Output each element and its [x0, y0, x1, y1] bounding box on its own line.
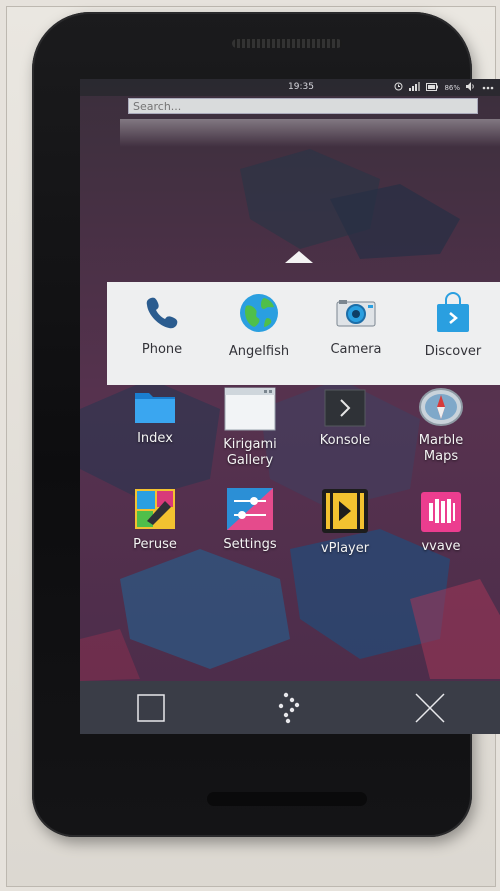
more-dots-icon[interactable]: [482, 83, 494, 93]
film-play-icon: [322, 489, 368, 533]
app-label: Peruse: [133, 537, 177, 552]
navigation-bar: [80, 681, 500, 734]
battery-percent: 86%: [444, 84, 460, 92]
phone-screen: 19:35 86% Search... Phone Angelfish Came…: [80, 79, 500, 734]
favorite-label: Discover: [424, 344, 482, 359]
app-grid: Index Kirigami Gallery Konsole Marble Ma…: [110, 387, 500, 637]
favorite-label: Phone: [141, 342, 183, 357]
music-grid-icon: [421, 492, 461, 532]
window-icon: [224, 387, 276, 431]
battery-icon: [426, 82, 439, 94]
folder-icon: [135, 393, 175, 423]
favorites-strip: Phone Angelfish Camera Discover: [107, 282, 500, 385]
status-bar: 19:35 86%: [80, 79, 500, 96]
favorite-discover[interactable]: Discover: [408, 292, 498, 359]
app-label: Kirigami Gallery: [223, 437, 277, 468]
app-settings[interactable]: Settings: [205, 487, 295, 553]
signal-icon: [409, 82, 421, 94]
phone-body: 19:35 86% Search... Phone Angelfish Came…: [32, 12, 500, 837]
comic-icon: [135, 489, 175, 529]
bottom-speaker: [207, 792, 367, 806]
favorite-label: Angelfish: [228, 344, 290, 359]
app-index[interactable]: Index: [110, 387, 200, 447]
app-label: vPlayer: [320, 541, 370, 556]
status-time: 19:35: [288, 82, 314, 92]
search-input[interactable]: [128, 98, 478, 114]
alarm-icon: [394, 82, 403, 94]
app-label: Konsole: [319, 433, 371, 448]
favorite-angelfish[interactable]: Angelfish: [214, 292, 304, 359]
app-konsole[interactable]: Konsole: [300, 389, 390, 449]
compass-icon: [419, 388, 463, 426]
camera-icon: [336, 300, 376, 327]
earpiece-speaker: [232, 39, 342, 48]
globe-icon: [240, 294, 278, 332]
close-x-icon[interactable]: [410, 691, 450, 725]
terminal-icon: [324, 389, 366, 427]
volume-icon: [466, 82, 476, 94]
app-vvave[interactable]: vvave: [396, 491, 486, 555]
drawer-up-arrow-icon[interactable]: [285, 251, 313, 263]
phone-icon: [146, 297, 178, 329]
favorite-phone[interactable]: Phone: [117, 292, 207, 357]
app-label: Index: [137, 431, 173, 446]
app-peruse[interactable]: Peruse: [110, 487, 200, 553]
home-dots-icon[interactable]: [270, 691, 310, 725]
app-marble-maps[interactable]: Marble Maps: [396, 387, 486, 465]
app-label: Settings: [223, 537, 277, 552]
settings-icon: [227, 488, 273, 530]
shopping-bag-icon: [437, 292, 469, 332]
app-label: Marble Maps: [418, 433, 464, 464]
app-vplayer[interactable]: vPlayer: [300, 487, 390, 557]
favorite-label: Camera: [330, 342, 382, 357]
overview-square-icon[interactable]: [130, 691, 170, 725]
app-label: vvave: [421, 539, 461, 554]
app-kirigami-gallery[interactable]: Kirigami Gallery: [205, 387, 295, 469]
status-icons: 86%: [394, 82, 494, 94]
favorite-camera[interactable]: Camera: [311, 292, 401, 357]
